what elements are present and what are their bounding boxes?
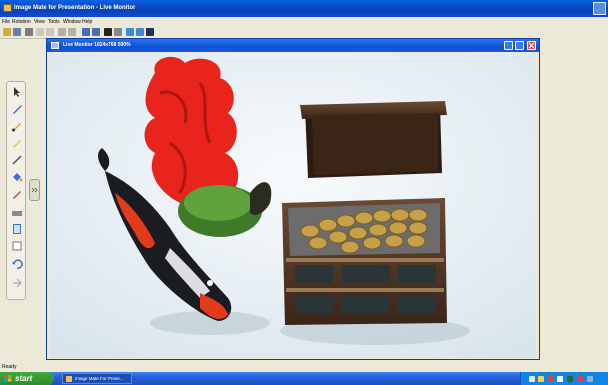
zoom-in-icon[interactable] [82, 28, 90, 36]
paste-icon[interactable] [46, 28, 54, 36]
double-chevron-icon [31, 187, 38, 193]
menu-window[interactable]: Window [63, 17, 81, 27]
line-icon[interactable] [11, 154, 23, 166]
windows-logo-icon [4, 375, 12, 382]
monitor-tray-icon[interactable] [587, 376, 593, 382]
zoom-out-icon[interactable] [92, 28, 100, 36]
cursor-icon[interactable] [11, 86, 23, 98]
camera-photo [50, 53, 536, 358]
app-titlebar[interactable]: Image Mate for Presentation - Live Monit… [0, 0, 608, 17]
app-icon [3, 4, 12, 12]
monitor-icon[interactable] [146, 28, 154, 36]
workspace-background [541, 38, 608, 360]
marker-icon[interactable] [11, 188, 23, 200]
taskbar-app-button[interactable]: Image Mate For Prese... [62, 373, 132, 384]
status-bar: Ready [0, 362, 608, 372]
fill-icon[interactable] [11, 171, 23, 183]
palette-collapse-handle[interactable] [29, 179, 40, 201]
app-tray-icon[interactable] [567, 376, 573, 382]
grid-icon[interactable] [126, 28, 134, 36]
capture-icon[interactable] [25, 28, 33, 36]
page-icon[interactable] [11, 223, 23, 235]
speaker-icon[interactable] [538, 376, 544, 382]
app-title: Image Mate for Presentation - Live Monit… [14, 5, 136, 11]
close-button[interactable] [527, 41, 536, 50]
freeze-icon[interactable] [68, 28, 76, 36]
close-icon [528, 42, 535, 49]
minimize-button[interactable] [504, 41, 513, 50]
menu-file[interactable]: File [2, 17, 10, 27]
status-text: Ready [2, 364, 17, 370]
arrow-icon[interactable] [11, 277, 23, 289]
menu-rotation[interactable]: Rotation [12, 17, 31, 27]
eraser-icon[interactable] [11, 207, 23, 219]
live-monitor-window: Live Monitor 1024x768 500% [46, 38, 540, 360]
menubar: File Rotation View Tools Window Help [0, 17, 608, 27]
stop-icon[interactable] [104, 28, 112, 36]
tool-palette [6, 81, 26, 300]
system-tray [520, 372, 608, 385]
app-restore-icon[interactable] [593, 2, 606, 15]
save-icon[interactable] [13, 28, 21, 36]
maximize-button[interactable] [515, 41, 524, 50]
menu-help[interactable]: Help [82, 17, 92, 27]
alert-icon[interactable] [547, 376, 553, 382]
pen-icon[interactable] [11, 103, 23, 115]
menu-view[interactable]: View [34, 17, 45, 27]
monitor-window-icon [51, 42, 59, 49]
play-icon[interactable] [114, 28, 122, 36]
security-icon[interactable] [577, 376, 583, 382]
app-task-icon [66, 376, 72, 382]
device-icon[interactable] [557, 376, 563, 382]
start-button[interactable]: start [0, 372, 54, 385]
taskbar: start Image Mate For Prese... [0, 372, 608, 385]
live-monitor-titlebar[interactable]: Live Monitor 1024x768 500% [47, 39, 539, 52]
copy-icon[interactable] [36, 28, 44, 36]
settings-icon[interactable] [136, 28, 144, 36]
start-label: start [15, 374, 33, 383]
live-monitor-title: Live Monitor 1024x768 500% [63, 42, 131, 48]
compare-icon[interactable] [58, 28, 66, 36]
brush-icon[interactable] [11, 120, 23, 132]
menu-tools[interactable]: Tools [48, 17, 60, 27]
undo-icon[interactable] [11, 258, 23, 270]
open-icon[interactable] [3, 28, 11, 36]
screen-icon[interactable] [11, 240, 23, 252]
highlighter-icon[interactable] [11, 137, 23, 149]
live-camera-image [50, 53, 536, 358]
taskbar-app-label: Image Mate For Prese... [75, 376, 124, 381]
network-icon[interactable] [529, 376, 535, 382]
